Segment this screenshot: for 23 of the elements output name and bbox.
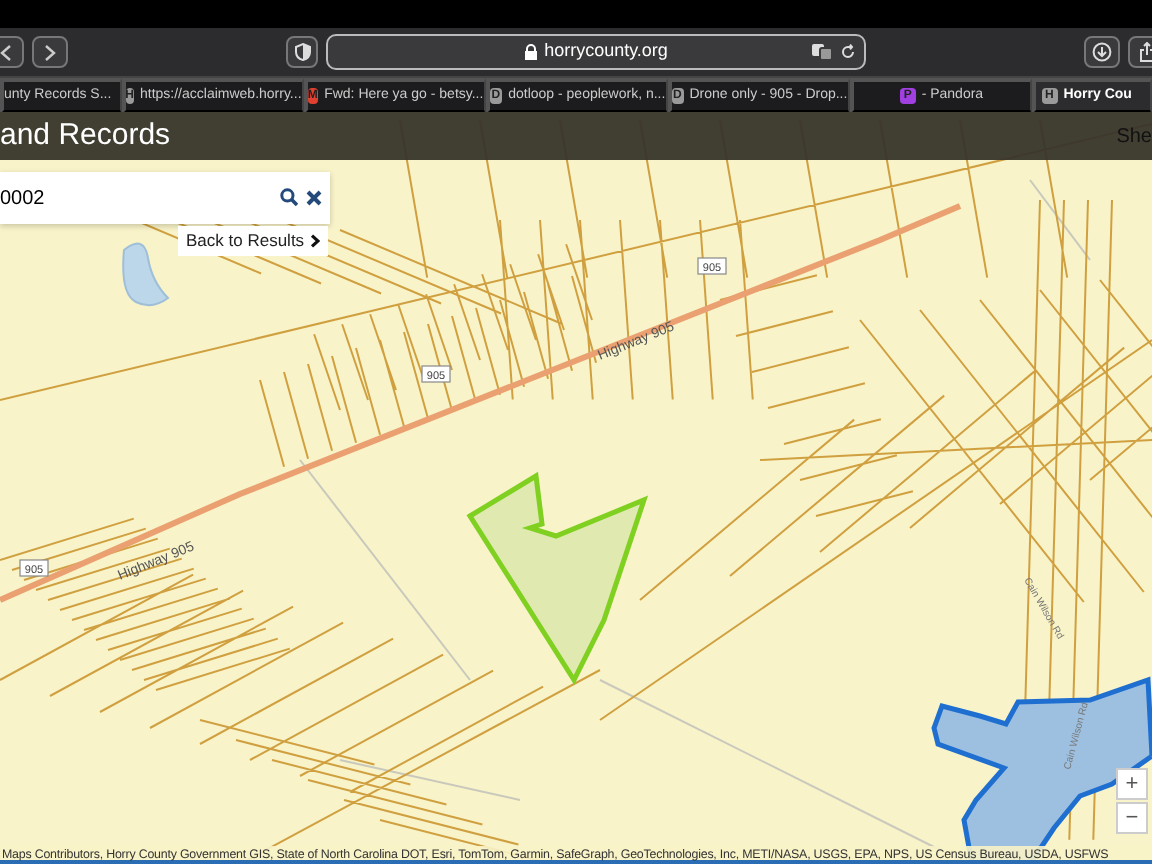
pond: [122, 242, 169, 307]
share-icon: [1137, 42, 1152, 62]
reload-icon: [840, 44, 856, 60]
translate-icon: [812, 44, 832, 60]
download-button[interactable]: [1084, 36, 1120, 68]
header-title: and Records: [0, 115, 171, 156]
forward-button[interactable]: [32, 36, 68, 68]
shield-icon: [293, 42, 311, 62]
address-bar[interactable]: horrycounty.org: [326, 34, 866, 70]
chevron-left-icon: [0, 43, 12, 61]
download-icon: [1092, 42, 1112, 62]
search-bar[interactable]: 0002: [0, 172, 330, 224]
close-icon: [306, 189, 322, 206]
zoom-out-button[interactable]: −: [1116, 802, 1148, 834]
search-field[interactable]: 0002: [0, 181, 280, 215]
chevron-icon: [310, 233, 321, 248]
url-text: horrycounty.org: [544, 38, 668, 65]
zoom-in-button[interactable]: +: [1116, 768, 1148, 800]
search-icon: [280, 188, 298, 207]
privacy-shield-button[interactable]: [286, 36, 318, 68]
lock-icon: [524, 44, 539, 60]
chevron-right-icon: [44, 43, 56, 61]
back-to-results-link[interactable]: Back to Results: [178, 226, 329, 256]
